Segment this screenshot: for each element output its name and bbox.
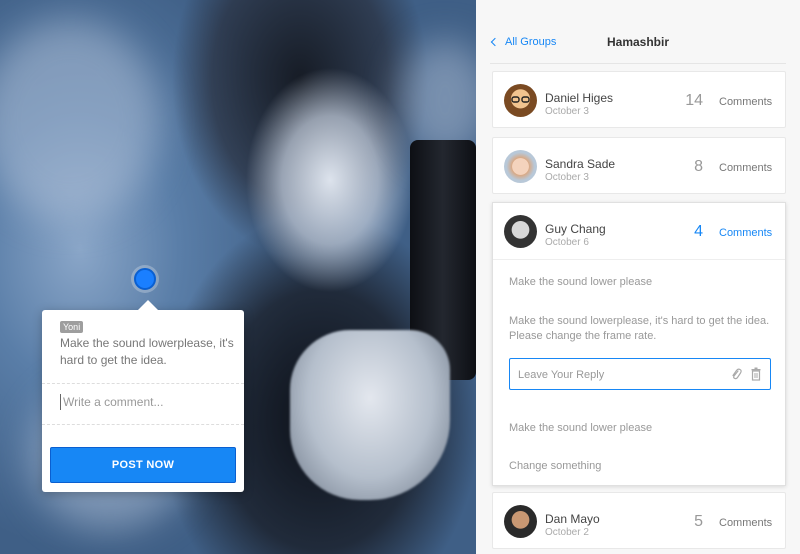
thread-date: October 3 [545,172,589,183]
thread-date: October 2 [545,527,589,538]
thread-card-expanded: Guy Chang October 6 4 Comments Make the … [492,202,786,486]
reply-item: Make the sound lower please [509,422,653,434]
thread-card[interactable]: Sandra Sade October 3 8 Comments [492,137,786,194]
divider [42,383,244,384]
reply-item: Change something [509,460,602,472]
comments-panel: All Groups Hamashbir Daniel Higes Octobe… [476,0,800,554]
thread-author-name: Daniel Higes [545,91,614,105]
avatar [504,215,537,248]
comments-label[interactable]: Comments [719,227,772,239]
trash-icon[interactable] [750,367,762,381]
popup-comment-text: Make the sound lowerplease, it's hard to… [60,336,234,367]
popup-username-badge: Yoni [60,321,84,333]
comment-count: 4 [694,223,703,240]
thread-card[interactable]: Dan Mayo October 2 5 Comments [492,492,786,549]
thread-date: October 3 [545,106,589,117]
comments-label[interactable]: Comments [719,162,772,174]
comments-label[interactable]: Comments [719,517,772,529]
thread-card-header[interactable]: Guy Chang October 6 4 Comments [493,203,785,260]
all-groups-back-link[interactable]: All Groups [490,36,556,48]
glasses-icon [511,96,530,103]
reply-field-container [509,358,771,390]
comments-label[interactable]: Comments [719,96,772,108]
paperclip-icon[interactable] [730,367,742,381]
comment-popup: Yoni Make the sound lowerplease, it's ha… [42,300,244,492]
avatar [504,84,537,117]
write-comment-input[interactable] [60,394,230,410]
reply-item: Make the sound lower please [509,276,653,288]
comment-count: 8 [694,158,703,175]
comment-marker-pin[interactable] [134,268,156,290]
avatar [504,505,537,538]
smoke-texture [0,20,160,220]
thread-author-name: Sandra Sade [545,157,616,171]
thread-author-name: Dan Mayo [545,512,600,526]
comment-count: 14 [685,92,703,109]
avatar [504,150,537,183]
reply-item: Make the sound lowerplease, it's hard to… [509,315,770,342]
back-link-label: All Groups [505,36,557,48]
panel-header: All Groups Hamashbir [490,30,786,64]
thread-date: October 6 [545,237,589,248]
thread-card[interactable]: Daniel Higes October 3 14 Comments [492,71,786,128]
thread-author-name: Guy Chang [545,222,606,236]
post-now-button[interactable]: POST NOW [50,447,236,483]
leave-reply-input[interactable] [518,367,718,383]
divider [42,424,244,425]
chevron-left-icon [490,37,500,47]
comment-count: 5 [694,513,703,530]
photo-hand-shape [290,330,450,500]
